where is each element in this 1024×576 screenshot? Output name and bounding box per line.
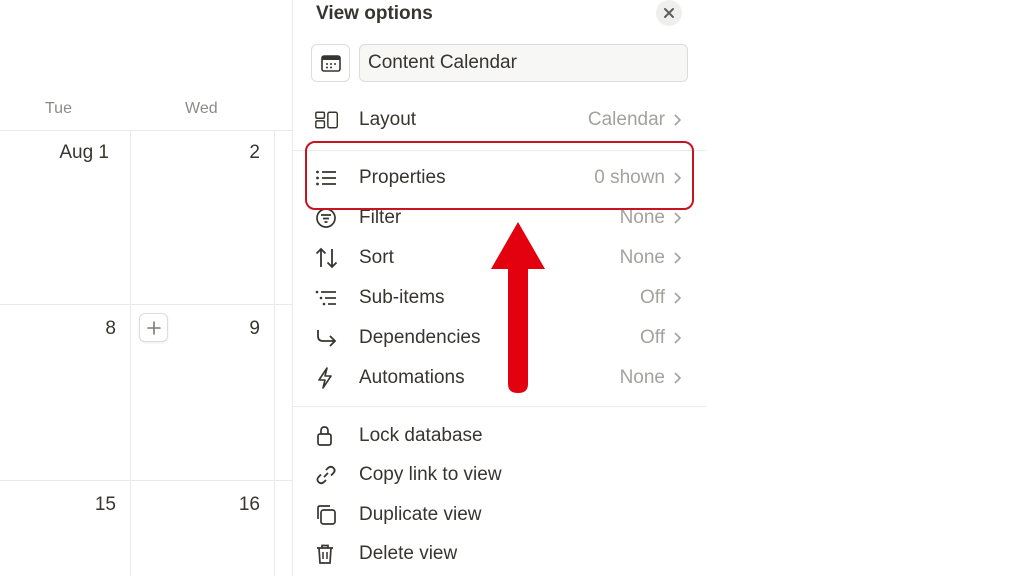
lock-database-row[interactable]: Lock database [307, 418, 687, 454]
delete-view-row[interactable]: Delete view [307, 536, 687, 572]
chevron-right-icon [673, 209, 687, 227]
chevron-right-icon [673, 369, 687, 387]
red-arrow-annotation [491, 222, 545, 393]
dependencies-icon [307, 326, 339, 350]
row-value: 0 shown [594, 167, 665, 188]
sub-items-icon [307, 286, 339, 310]
view-name-input[interactable] [359, 44, 688, 82]
lock-icon [307, 424, 339, 448]
view-icon-button[interactable] [311, 44, 350, 82]
close-button[interactable] [656, 0, 682, 26]
row-label: Copy link to view [359, 464, 502, 485]
divider [293, 406, 706, 407]
calendar-gridline [0, 304, 292, 305]
row-value: Off [640, 327, 665, 348]
duplicate-view-row[interactable]: Duplicate view [307, 497, 687, 533]
copy-link-row[interactable]: Copy link to view [307, 457, 687, 493]
calendar-date[interactable]: 2 [131, 142, 260, 164]
row-value: None [619, 247, 665, 268]
filter-icon [307, 206, 339, 230]
calendar-gridline [0, 130, 292, 131]
trash-icon [307, 542, 339, 566]
row-label: Properties [359, 167, 446, 188]
row-label: Lock database [359, 425, 483, 446]
row-label: Layout [359, 109, 417, 130]
row-value: Calendar [587, 109, 665, 130]
calendar-date[interactable]: 16 [131, 494, 260, 516]
plus-icon [146, 320, 161, 335]
chevron-right-icon [673, 289, 687, 307]
row-label: Duplicate view [359, 504, 482, 525]
chevron-right-icon [673, 169, 687, 187]
list-icon [307, 166, 339, 190]
row-value: Off [640, 287, 665, 308]
calendar-date[interactable]: 8 [0, 318, 116, 340]
layout-row[interactable]: Layout Calendar [307, 102, 687, 138]
lightning-icon [307, 366, 339, 390]
chevron-right-icon [673, 329, 687, 347]
link-icon [307, 463, 339, 487]
calendar-gridline [274, 130, 275, 576]
calendar-date[interactable]: 15 [0, 494, 116, 516]
add-event-button[interactable] [139, 313, 168, 342]
screen: Tue Wed Aug 1 2 8 9 15 16 View options C… [0, 0, 1024, 576]
calendar-date[interactable]: Aug 1 [0, 142, 109, 164]
calendar-view: Tue Wed Aug 1 2 8 9 15 16 [0, 0, 292, 576]
divider [293, 150, 706, 151]
panel-title: View options [316, 3, 433, 24]
row-value: None [619, 207, 665, 228]
chevron-right-icon [673, 249, 687, 267]
calendar-icon [320, 55, 341, 72]
sort-icon [307, 246, 339, 270]
row-label: Delete view [359, 543, 458, 564]
calendar-gridline [0, 480, 292, 481]
chevron-right-icon [673, 111, 687, 129]
close-icon [664, 8, 674, 18]
row-value: None [619, 367, 665, 388]
day-header-wed: Wed [185, 100, 218, 117]
properties-row[interactable]: Properties 0 shown [307, 160, 687, 196]
day-header-tue: Tue [45, 100, 72, 117]
layout-icon [307, 108, 339, 132]
duplicate-icon [307, 503, 339, 527]
